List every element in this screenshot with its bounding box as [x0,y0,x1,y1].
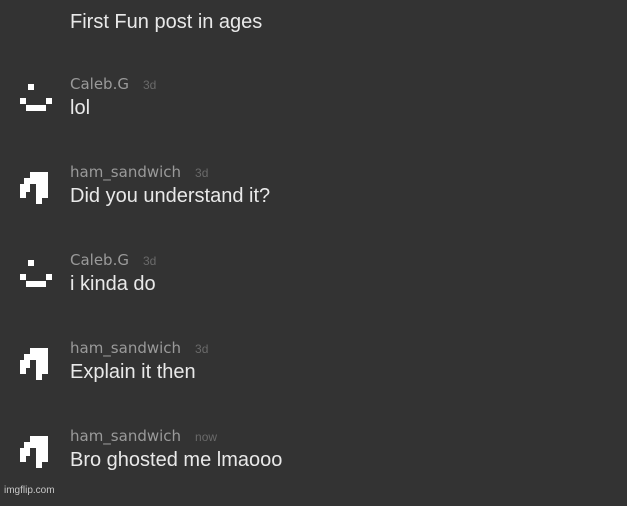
comment-item: ham_sandwich 3d Did you understand it? [0,162,627,242]
username[interactable]: Caleb.G [70,251,129,269]
timestamp: 3d [142,254,157,268]
comment-item: Caleb.G 3d i kinda do [0,250,627,330]
comment-meta: ham_sandwich 3d [70,162,208,182]
comment-item: Caleb.G 3d lol [0,74,627,154]
imgflip-watermark: imgflip.com [4,485,55,496]
pixel-ghost-icon[interactable] [20,348,52,380]
comment-text: i kinda do [70,273,156,295]
comment-meta: ham_sandwich now [70,426,217,446]
comment-text: Did you understand it? [70,185,271,207]
top-message: First Fun post in ages [70,11,263,33]
username[interactable]: ham_sandwich [70,163,181,181]
smiley-face-icon[interactable] [20,84,52,116]
comment-item: ham_sandwich now Bro ghosted me lmaooo [0,426,627,506]
comment-meta: Caleb.G 3d [70,250,156,270]
timestamp: 3d [195,166,209,180]
timestamp: 3d [142,78,157,92]
username[interactable]: Caleb.G [70,75,129,93]
username[interactable]: ham_sandwich [70,427,181,445]
comment-text: Bro ghosted me lmaooo [70,449,283,471]
comment-text: Explain it then [70,361,196,383]
smiley-face-icon[interactable] [20,260,52,292]
pixel-ghost-icon[interactable] [20,172,52,204]
username[interactable]: ham_sandwich [70,339,181,357]
pixel-ghost-icon[interactable] [20,436,52,468]
comment-item: ham_sandwich 3d Explain it then [0,338,627,418]
timestamp: 3d [195,342,209,356]
comment-meta: ham_sandwich 3d [70,338,208,358]
timestamp: now [195,430,218,444]
comment-meta: Caleb.G 3d [70,74,156,94]
comment-text: lol [70,97,91,119]
